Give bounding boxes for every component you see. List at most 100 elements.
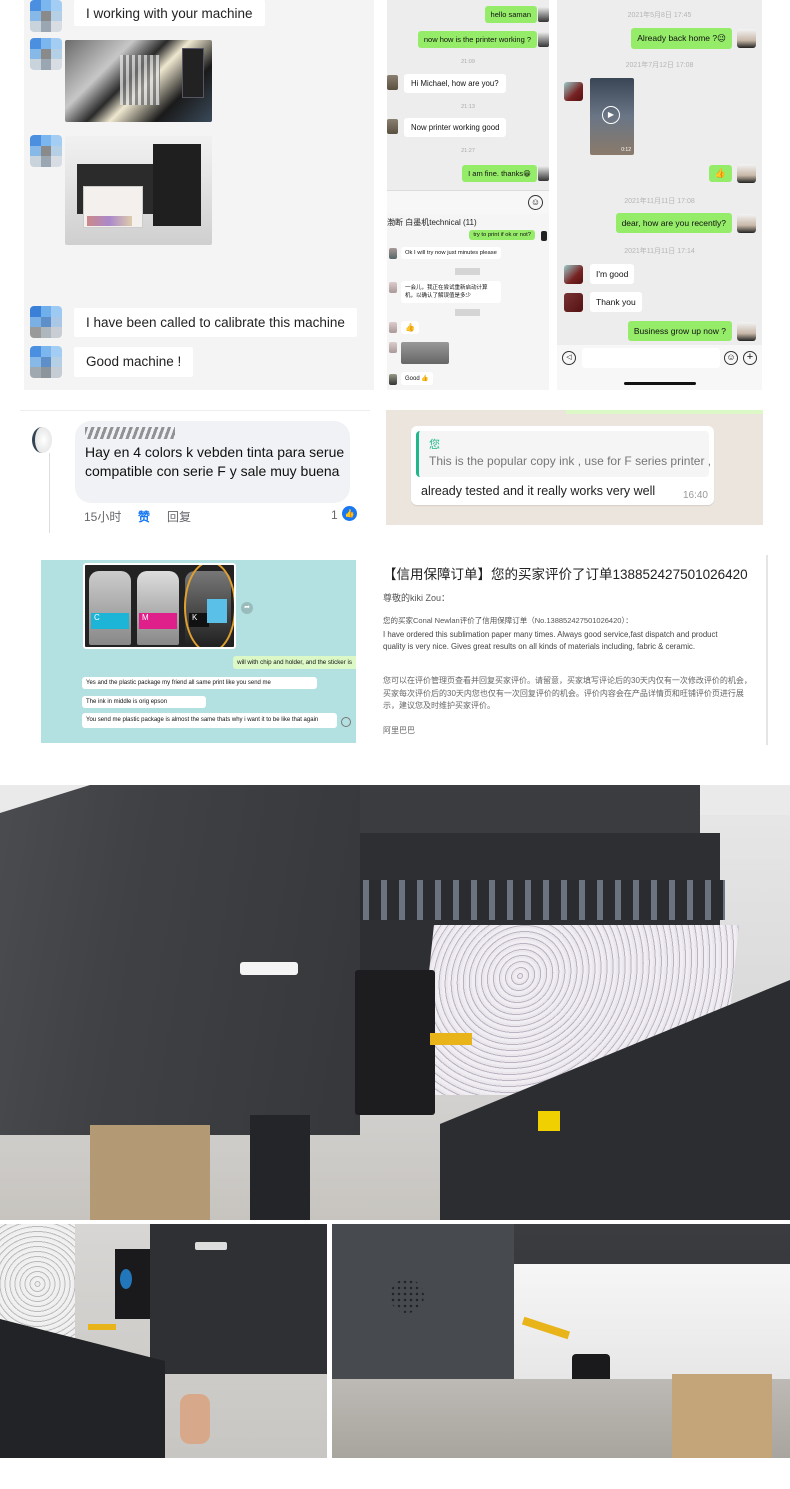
plus-button-icon[interactable]: + [743, 351, 757, 365]
comment-time: 15小时 [84, 510, 122, 524]
email-notice: 您可以在评价管理页查看并回复买家评价。请留意，买家填写评论后的30天内仅有一次修… [383, 676, 752, 710]
timestamp: 2021年7月12日 17:08 [625, 62, 694, 69]
timestamp: 21:27 [461, 148, 475, 154]
message-bubble-received: I'm good [590, 264, 635, 284]
printer-cabinet [150, 1224, 327, 1374]
cardboard-box [90, 1125, 210, 1220]
review-text: I have ordered this sublimation paper ma… [383, 630, 718, 651]
message-bubble-received: Ok I will try now just minutes please [401, 247, 501, 259]
email-intro: 您的买家Conal Newlan评价了信用保障订单（No.13885242750… [383, 616, 633, 625]
avatar [30, 38, 62, 70]
video-duration: 0:12 [621, 147, 631, 153]
printer-leg [250, 1115, 310, 1220]
message-bubble-received: Good 👍 [401, 372, 433, 385]
avatar [737, 322, 756, 341]
timestamp: 21:09 [461, 59, 475, 65]
printer-roll-paper-photo [332, 1224, 790, 1458]
reply-button[interactable]: 回复 [167, 508, 191, 525]
voice-button-icon[interactable]: ◁ [562, 351, 576, 365]
video-message[interactable]: ▶ 0:12 [590, 78, 634, 155]
roller-bracket [355, 970, 435, 1115]
printer-head-photo[interactable] [65, 40, 212, 122]
timestamp: 2021年11月11日 17:14 [624, 248, 695, 255]
message-bubble-received: The ink in middle is orig epson [82, 696, 206, 708]
message-bubble-sent: dear, how are you recently? [615, 213, 732, 233]
avatar [737, 29, 756, 48]
whatsapp-quote-panel: 您 This is the popular copy ink , use for… [386, 410, 763, 525]
printer-side-detail-photo [0, 1224, 327, 1458]
email-subject: 【信用保障订单】您的买家评价了订单138852427501026420 [383, 567, 748, 582]
avatar [737, 214, 756, 233]
message-bubble-sent: I am fine. thanks😁 [462, 165, 537, 182]
message-bubble-received: Yes and the plastic package my friend al… [82, 677, 317, 689]
message-bubble-sent: will with chip and holder, and the stick… [233, 656, 356, 669]
timestamp: 2021年5月8日 17:45 [627, 12, 692, 19]
message-time: 16:40 [682, 490, 708, 501]
forward-icon[interactable]: ➦ [241, 602, 253, 614]
avatar [389, 282, 397, 293]
reaction-icon[interactable] [341, 717, 351, 727]
timestamp [455, 309, 480, 316]
home-indicator [624, 382, 696, 385]
grin-emoji-icon: 😁 [523, 169, 531, 178]
message-bubble-received: 一会儿，我正在尝试重新启动计算机，以确认了解误值是多少 [401, 281, 501, 303]
email-signature: 阿里巴巴 [383, 726, 415, 735]
message-bubble: I have been called to calibrate this mac… [74, 307, 357, 337]
comment-bubble: Hay en 4 colors k vebden tinta para seru… [75, 421, 350, 503]
thumbs-up-icon: 👍 [342, 506, 357, 521]
message-input[interactable] [582, 348, 720, 368]
avatar [564, 82, 583, 101]
avatar [30, 306, 62, 338]
quote-text: This is the popular copy ink , use for F… [429, 454, 712, 468]
avatar [389, 374, 397, 385]
avatar [389, 322, 397, 333]
previous-bubble [566, 410, 763, 414]
message-text: Already back home ? [637, 33, 718, 43]
message-bubble-sent: hello saman [484, 6, 537, 23]
comment-text: Hay en 4 colors k vebden tinta para seru… [85, 444, 345, 479]
printer-full-photo[interactable] [65, 136, 212, 245]
divider [20, 410, 370, 411]
printer-side-cabinet [0, 785, 360, 1135]
emoji-button-icon[interactable]: ☺ [724, 351, 738, 365]
chat-panel-right: 2021年5月8日 17:45 Already back home ?😉 202… [557, 0, 762, 390]
chat-panel-left: I working with your machine I have been … [24, 0, 374, 390]
drawer-handle [240, 962, 298, 975]
avatar [30, 135, 62, 167]
image-message[interactable] [401, 342, 449, 364]
play-icon[interactable]: ▶ [602, 106, 620, 124]
thread-line [49, 453, 50, 533]
facebook-comment: Hay en 4 colors k vebden tinta para seru… [20, 405, 370, 535]
chat-message: I have been called to calibrate this mac… [30, 306, 357, 338]
like-count: 1 [331, 508, 338, 522]
ink-bags-photo[interactable]: C M K [83, 563, 236, 649]
chat-input-bar: ◁ ☺ + [557, 345, 762, 390]
avatar [389, 342, 397, 353]
ink-label-magenta: M [139, 613, 177, 629]
emoji-button-icon[interactable]: ☺ [528, 195, 543, 210]
avatar [30, 346, 62, 378]
message-bubble: 您 This is the popular copy ink , use for… [411, 426, 714, 505]
paper-roll [514, 1264, 790, 1384]
large-format-printer-front-photo [0, 785, 790, 1220]
chat-message-image [30, 135, 62, 167]
group-chat: 渤断 白墨机technical (11) try to print if ok … [387, 214, 549, 390]
avatar [30, 0, 62, 32]
quoted-message[interactable]: 您 This is the popular copy ink , use for… [416, 431, 712, 477]
quote-author: 您 [429, 439, 440, 451]
message-bubble: I working with your machine [74, 0, 265, 26]
message-bubble: Good machine ! [74, 347, 194, 377]
avatar [538, 166, 549, 181]
message-bubble-sent: try to print if ok or not? [469, 230, 535, 240]
message-bubble-sent: now how is the printer working ? [417, 31, 537, 48]
avatar [32, 427, 52, 453]
whatsapp-ink-chat: C M K ➦ will with chip and holder, and t… [41, 560, 356, 743]
like-button[interactable]: 赞 [138, 508, 150, 525]
commenter-name [85, 427, 175, 439]
avatar [538, 32, 549, 47]
message-bubble-received: Now printer working good [404, 118, 507, 137]
chat-input-bar: ☺ [387, 190, 549, 214]
avatar [737, 164, 756, 183]
wink-emoji-icon: 😉 [717, 33, 726, 43]
speaker-grille [390, 1279, 424, 1313]
